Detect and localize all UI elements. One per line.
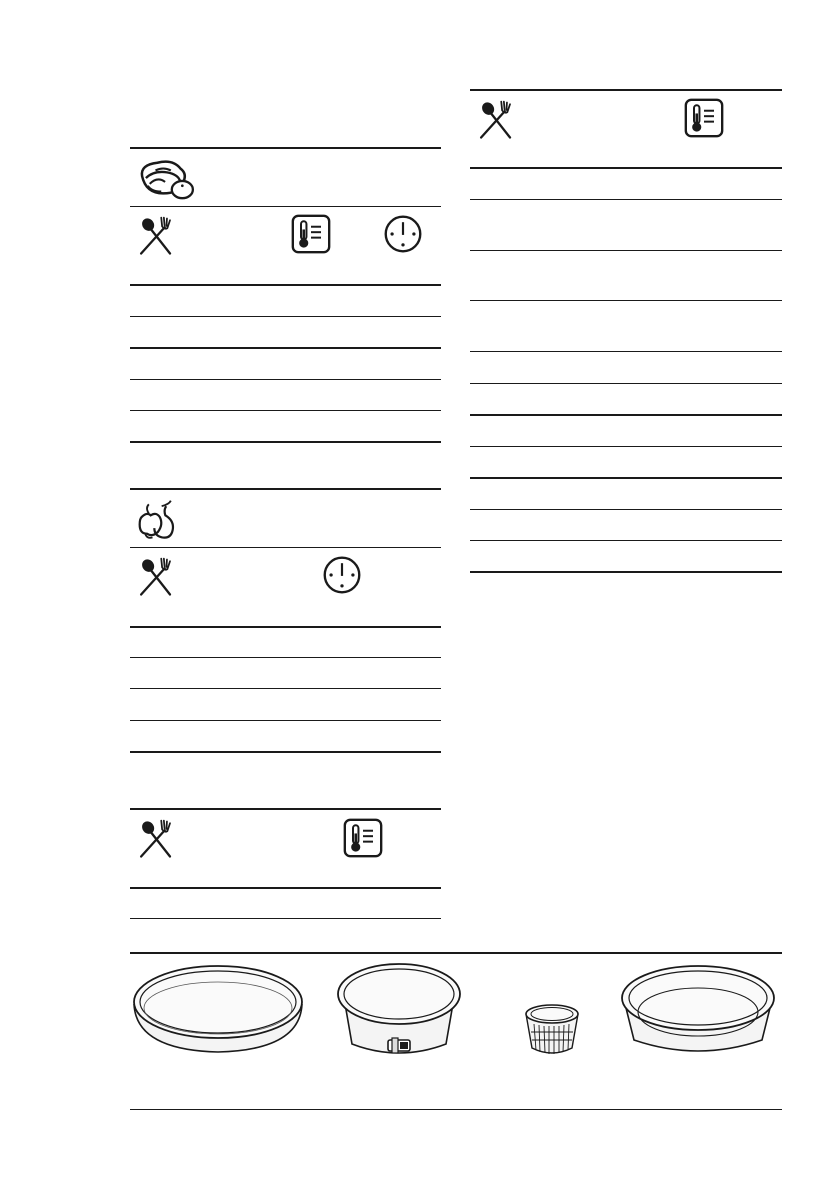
panel-bottom-rule <box>130 1109 782 1110</box>
fruit-icon <box>136 497 180 541</box>
table-top-rule <box>470 89 782 91</box>
table-row-rule <box>130 657 441 658</box>
cutlery-icon <box>135 818 177 860</box>
table-row-rule <box>470 199 782 200</box>
table-rule <box>130 547 441 548</box>
table-row-rule <box>130 720 441 721</box>
cutlery-icon <box>135 215 177 257</box>
table-header-rule <box>130 284 441 286</box>
meat-table <box>130 147 441 443</box>
table-header-rule <box>130 626 441 628</box>
bakeware-panel <box>130 952 782 1112</box>
table-row-rule <box>470 383 782 384</box>
meat-cuts-icon <box>136 157 198 203</box>
table-row-rule <box>470 477 782 479</box>
table-row-rule <box>130 688 441 689</box>
table-row-rule <box>130 347 441 349</box>
table-row-rule <box>470 300 782 301</box>
springform-tin-icon <box>334 960 464 1062</box>
table-top-rule <box>130 808 441 810</box>
thermometer-icon <box>291 214 331 254</box>
table-bottom-rule <box>130 441 441 443</box>
table-row-rule <box>470 414 782 416</box>
thermometer-icon <box>343 818 383 858</box>
table-top-rule <box>130 147 441 149</box>
table-top-rule <box>130 488 441 490</box>
table-row-rule <box>470 509 782 510</box>
cutlery-icon <box>475 99 517 141</box>
table-row-rule <box>470 446 782 447</box>
cutlery-icon <box>135 556 177 598</box>
panel-top-rule <box>130 952 782 954</box>
table-bottom-rule <box>470 571 782 573</box>
table-row-rule <box>470 351 782 352</box>
table-rule <box>130 206 441 207</box>
table-row-rule <box>470 540 782 541</box>
ramekin-icon <box>522 1002 582 1058</box>
fruit-table <box>130 488 441 754</box>
right-table <box>470 89 782 575</box>
table-header-rule <box>130 887 441 889</box>
clock-icon <box>383 214 423 254</box>
table-bottom-rule <box>130 751 441 753</box>
clock-icon <box>322 555 362 595</box>
table-row-rule <box>130 379 441 380</box>
table-bottom-rule <box>130 918 441 919</box>
deep-baking-tin-icon <box>618 962 778 1062</box>
flan-tin-icon <box>130 962 306 1062</box>
table-row-rule <box>470 250 782 251</box>
table-row-rule <box>130 410 441 411</box>
thermometer-icon <box>684 98 724 138</box>
plain-table <box>130 808 441 922</box>
table-row-rule <box>130 316 441 317</box>
table-header-rule <box>470 167 782 169</box>
